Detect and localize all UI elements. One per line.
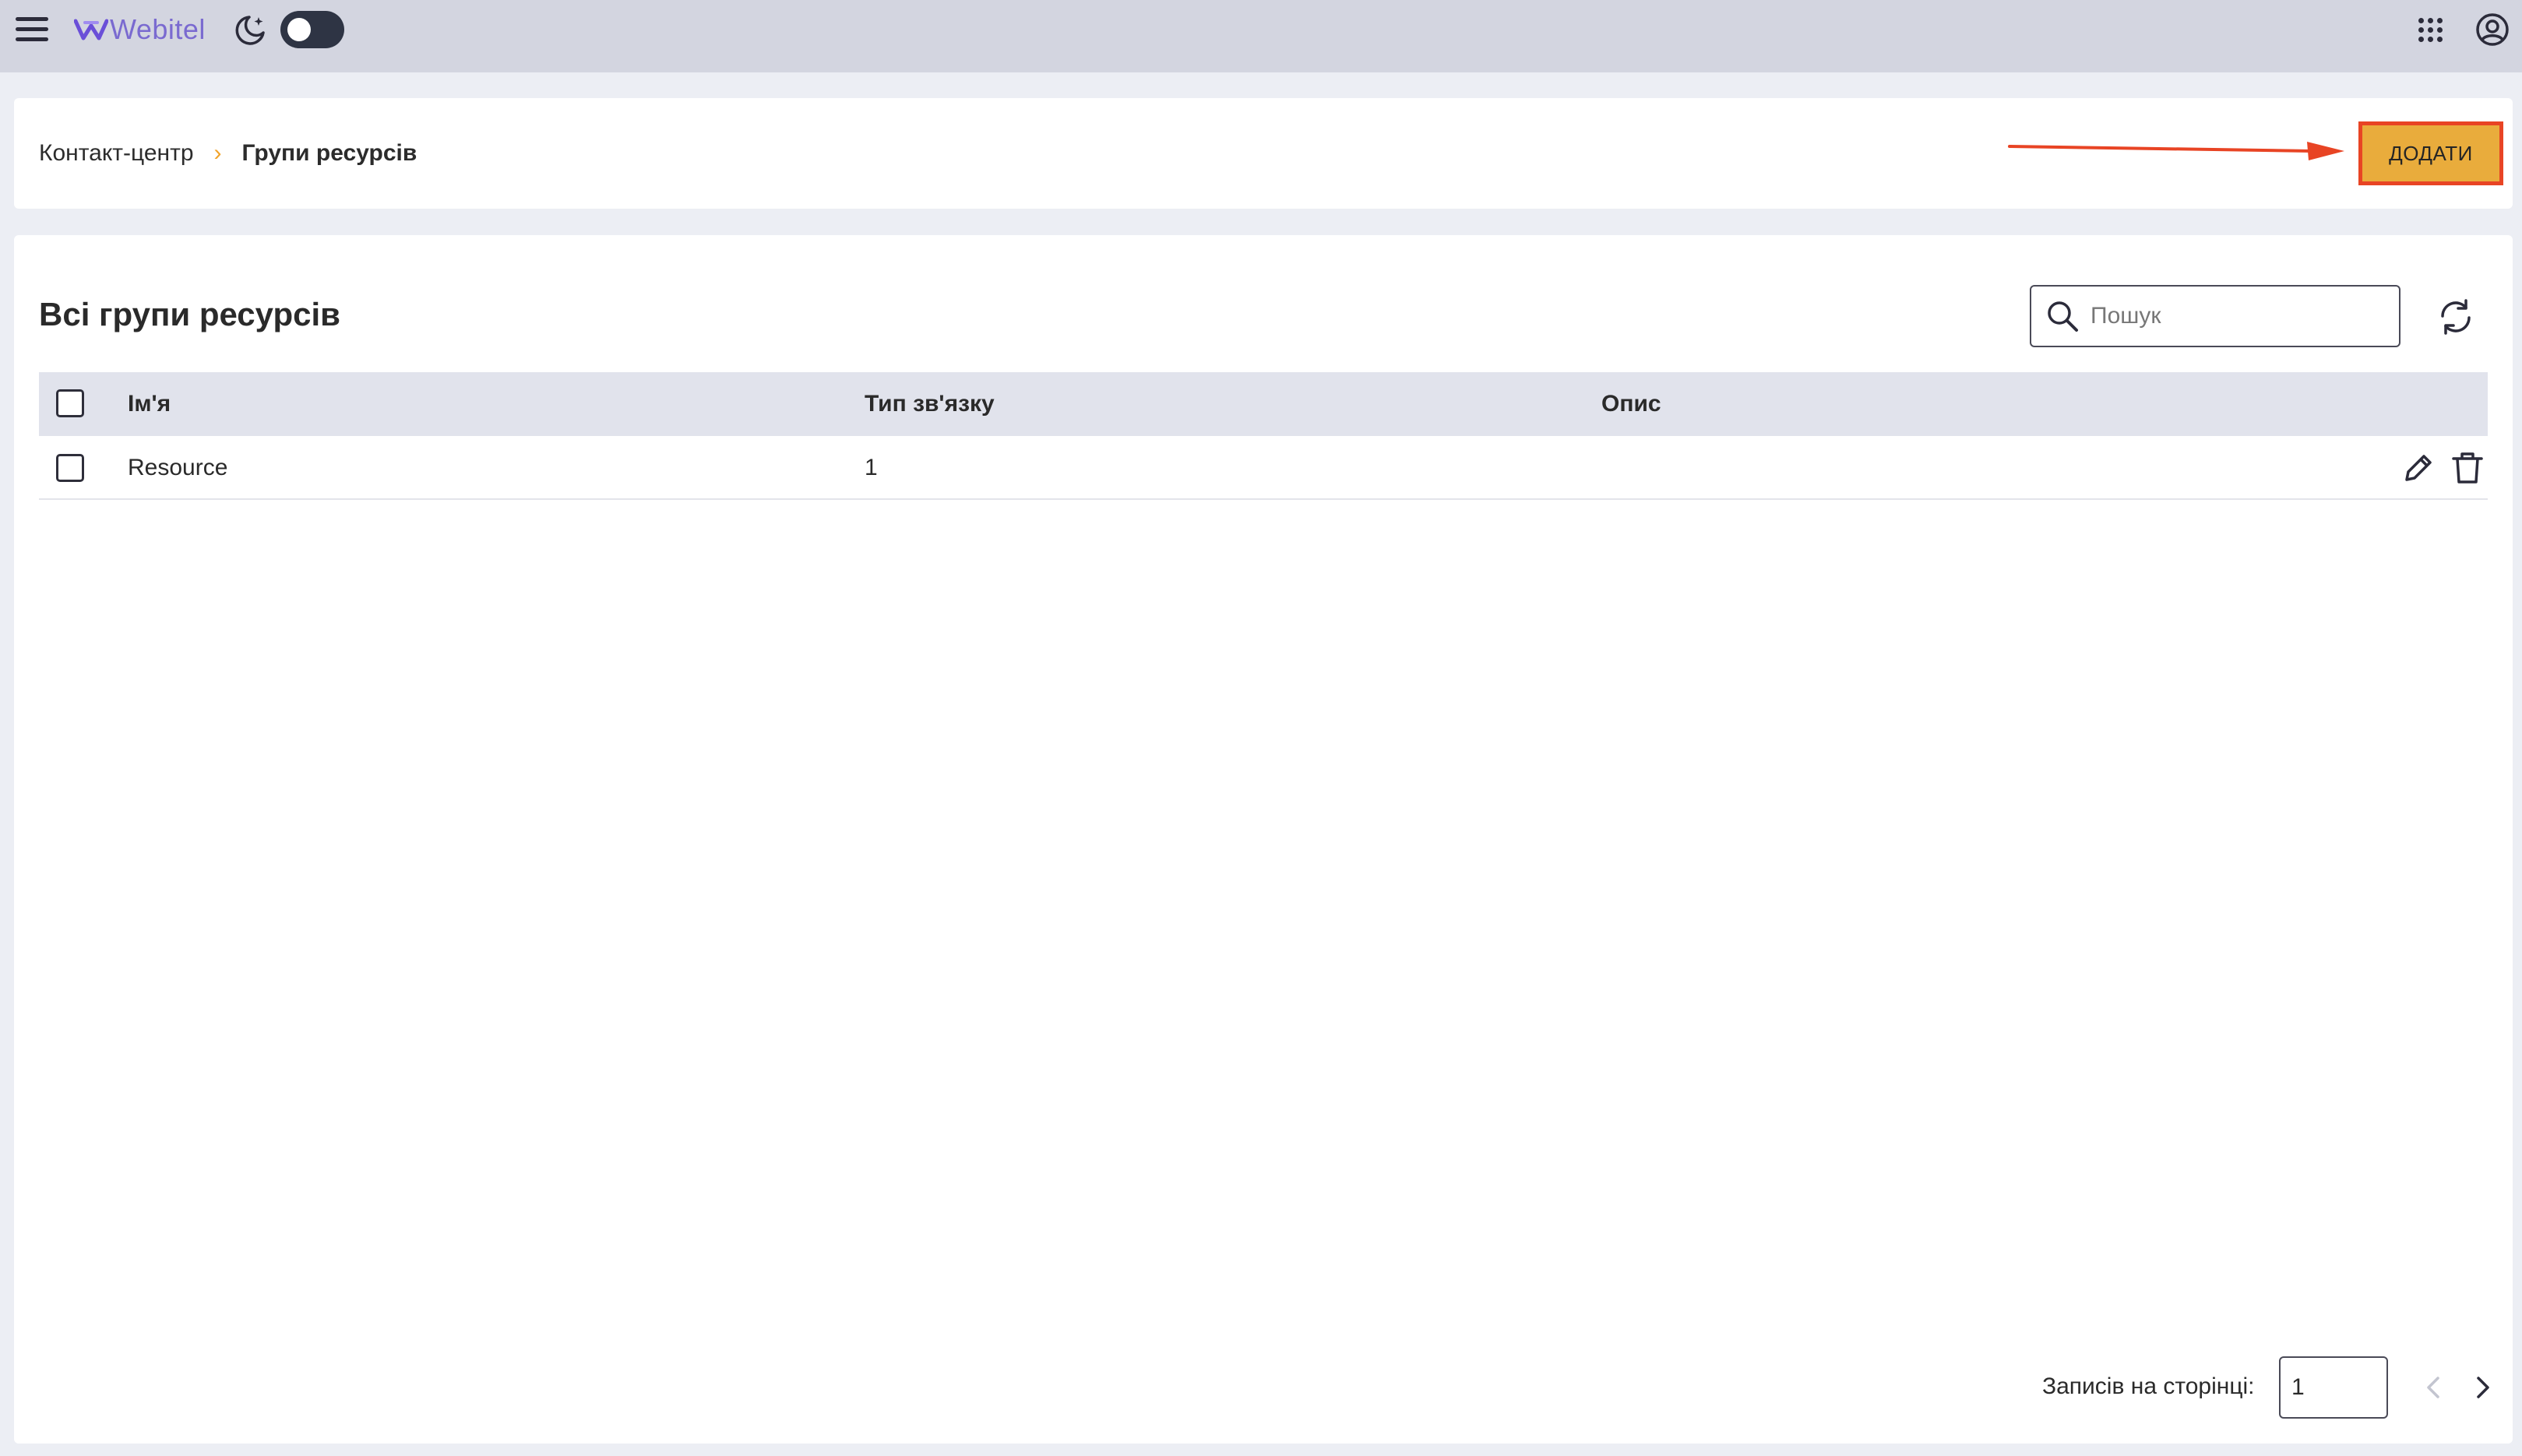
previous-page-icon[interactable] bbox=[2422, 1373, 2446, 1401]
cell-name[interactable]: Resource bbox=[128, 455, 227, 481]
column-header-type[interactable]: Тип зв'язку bbox=[865, 391, 995, 417]
table-header: Ім'я Тип зв'язку Опис bbox=[39, 372, 2488, 436]
page-title: Всі групи ресурсів bbox=[39, 296, 340, 332]
search-box[interactable] bbox=[2030, 285, 2400, 347]
per-page-input[interactable] bbox=[2279, 1356, 2388, 1419]
table-row[interactable]: Resource 1 bbox=[39, 436, 2488, 500]
select-all-checkbox[interactable] bbox=[56, 389, 84, 417]
breadcrumb-parent-link[interactable]: Контакт-центр bbox=[39, 140, 194, 167]
per-page-label: Записів на сторінці: bbox=[2042, 1373, 2255, 1399]
next-page-icon[interactable] bbox=[2471, 1373, 2494, 1401]
user-account-icon[interactable] bbox=[2475, 12, 2510, 47]
annotation-arrow bbox=[2008, 142, 2344, 160]
moon-icon bbox=[235, 16, 265, 45]
breadcrumb-current: Групи ресурсів bbox=[241, 140, 417, 166]
add-button-label: ДОДАТИ bbox=[2389, 141, 2473, 165]
apps-grid-icon[interactable] bbox=[2418, 17, 2444, 44]
delete-icon[interactable] bbox=[2450, 450, 2485, 486]
breadcrumb: Контакт-центр › Групи ресурсів bbox=[39, 140, 417, 167]
refresh-icon[interactable] bbox=[2436, 297, 2475, 336]
search-icon bbox=[2048, 301, 2078, 332]
brand-name: Webitel bbox=[110, 13, 206, 45]
column-header-description[interactable]: Опис bbox=[1601, 391, 1661, 417]
row-checkbox[interactable] bbox=[56, 454, 84, 482]
menu-icon[interactable] bbox=[16, 16, 50, 44]
cell-type: 1 bbox=[865, 455, 878, 480]
edit-icon[interactable] bbox=[2400, 450, 2436, 486]
breadcrumb-separator: › bbox=[213, 140, 222, 166]
webitel-logo-icon bbox=[74, 19, 108, 40]
add-button[interactable]: ДОДАТИ bbox=[2358, 121, 2503, 185]
top-bar: Webitel bbox=[0, 0, 2522, 72]
column-header-name[interactable]: Ім'я bbox=[128, 391, 171, 417]
toggle-knob bbox=[287, 18, 311, 41]
theme-toggle[interactable] bbox=[280, 11, 344, 48]
brand-logo[interactable]: Webitel bbox=[74, 11, 206, 48]
search-input[interactable] bbox=[2091, 303, 2386, 329]
resource-groups-panel: Всі групи ресурсів Ім'я Тип зв'язку Опис… bbox=[14, 235, 2513, 1444]
